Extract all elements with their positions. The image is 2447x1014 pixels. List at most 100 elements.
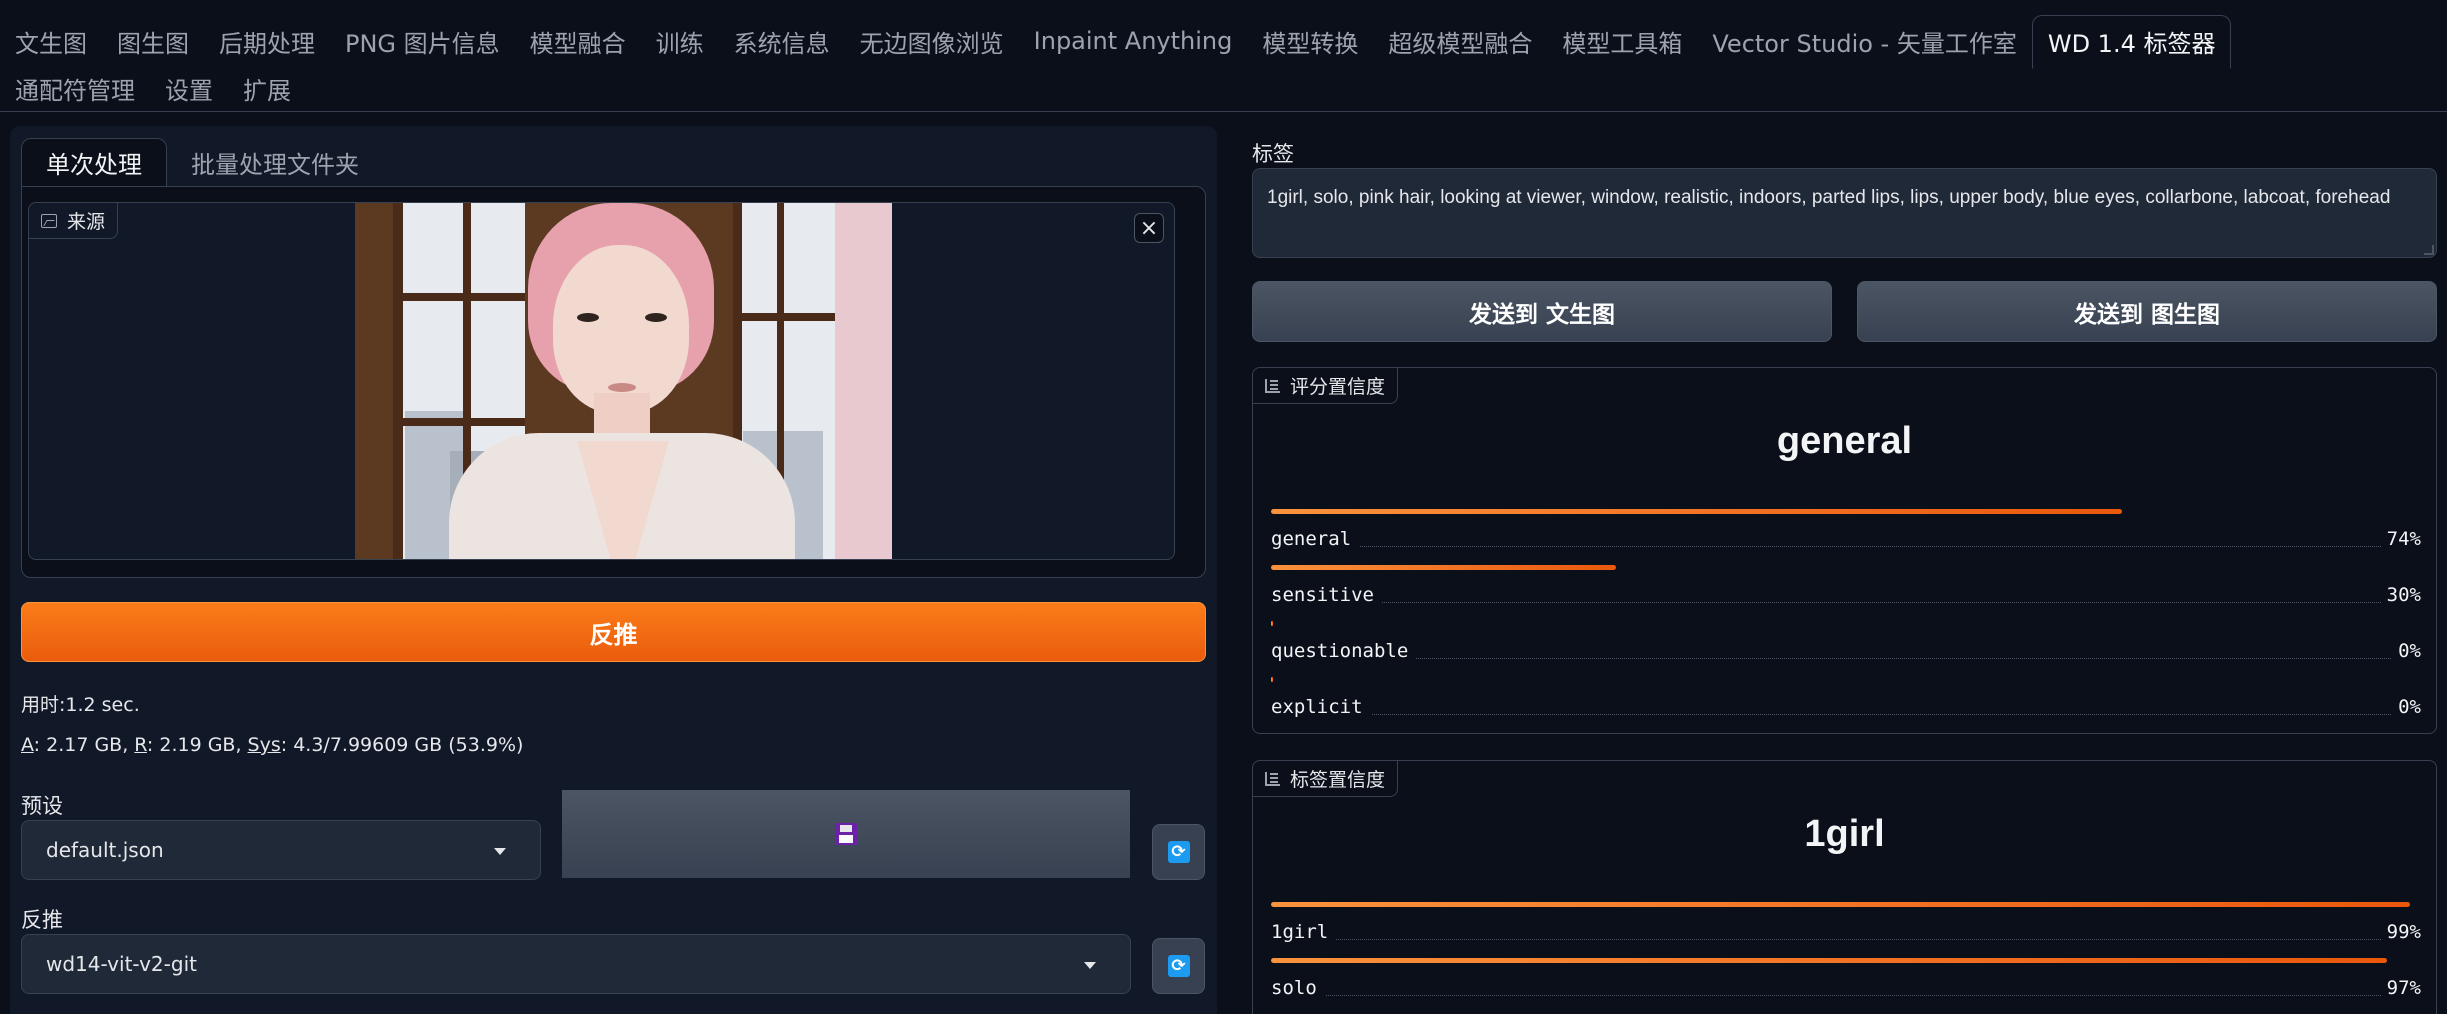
tab-row1-10[interactable]: 超级模型融合 <box>1373 14 1547 68</box>
rating-confidence-title: 评分置信度 <box>1290 376 1386 398</box>
confidence-label: 1girl <box>1271 918 1337 946</box>
save-preset-button[interactable] <box>562 790 1130 878</box>
tab-row1-4[interactable]: 模型融合 <box>515 14 641 68</box>
tags-output-textarea[interactable]: 1girl, solo, pink hair, looking at viewe… <box>1252 168 2437 258</box>
confidence-bar <box>1271 565 1616 570</box>
confidence-percent: 30% <box>2380 581 2421 609</box>
preset-value: default.json <box>46 838 164 862</box>
tab-row1-0[interactable]: 文生图 <box>0 14 102 68</box>
tab-row2-0[interactable]: 通配符管理 <box>0 64 150 112</box>
confidence-label: questionable <box>1271 637 1417 665</box>
send-to-txt2img-button[interactable]: 发送到 文生图 <box>1252 281 1832 342</box>
tab-row1-3[interactable]: PNG 图片信息 <box>330 14 515 68</box>
tab-row1-7[interactable]: 无边图像浏览 <box>845 14 1019 68</box>
dotted-leader <box>1271 714 2421 715</box>
confidence-percent: 97% <box>2380 974 2421 1002</box>
rating-confidence-box: 评分置信度 general general 74% sensitive 30% ques… <box>1252 367 2437 734</box>
refresh-icon: ⟳ <box>1167 955 1190 977</box>
source-image <box>355 203 892 559</box>
refresh-icon: ⟳ <box>1167 841 1190 863</box>
confidence-percent: 0% <box>2392 637 2421 665</box>
confidence-label: solo <box>1271 974 1325 1002</box>
tab-row-2: 通配符管理 设置 扩展 <box>0 64 306 112</box>
dotted-leader <box>1271 658 2421 659</box>
dotted-leader <box>1271 546 2421 547</box>
top-tag-label: 1girl <box>1804 813 1885 855</box>
preset-label: 预设 <box>21 794 63 818</box>
tag-confidence-tag: 标签置信度 <box>1253 761 1399 797</box>
tab-row1-8[interactable]: Inpaint Anything <box>1019 14 1248 68</box>
tab-row-1: 文生图 图生图 后期处理 PNG 图片信息 模型融合 训练 系统信息 无边图像浏览 Inpain… <box>0 14 2232 69</box>
confidence-row: explicit 0% <box>1271 677 2421 733</box>
bar-chart-icon <box>1265 378 1280 393</box>
tags-label: 标签 <box>1252 142 1294 166</box>
top-rating-label: general <box>1776 420 1913 462</box>
tab-row1-2[interactable]: 后期处理 <box>204 14 330 68</box>
mem-a-value: : 2.17 GB, <box>33 734 135 756</box>
tag-confidence-box: 标签置信度 1girl 1girl 99% solo 97% <box>1252 760 2437 1014</box>
preset-dropdown[interactable]: default.json <box>21 820 541 880</box>
tab-row2-1[interactable]: 设置 <box>150 64 228 112</box>
confidence-bar <box>1271 621 1273 626</box>
mem-a-label: A <box>21 734 34 756</box>
interrogator-dropdown[interactable]: wd14-vit-v2-git <box>21 934 1131 994</box>
confidence-bar <box>1271 902 2410 907</box>
confidence-percent: 74% <box>2380 525 2421 553</box>
interrogate-button[interactable]: 反推 <box>21 602 1206 662</box>
time-taken: 用时:1.2 sec. <box>21 690 140 717</box>
mem-sys-value: : 4.3/7.99609 GB (53.9%) <box>280 734 524 756</box>
confidence-percent: 0% <box>2392 693 2421 721</box>
confidence-bar <box>1271 509 2122 514</box>
tab-row1-9[interactable]: 模型转换 <box>1247 14 1373 68</box>
mem-r-label: R <box>134 734 147 756</box>
confidence-bar <box>1271 677 1273 682</box>
tab-row1-5[interactable]: 训练 <box>641 14 719 68</box>
refresh-preset-button[interactable]: ⟳ <box>1152 824 1205 880</box>
confidence-row: sensitive 30% <box>1271 565 2421 621</box>
confidence-row: general 74% <box>1271 509 2421 565</box>
confidence-row: 1girl 99% <box>1271 902 2421 958</box>
refresh-interrogator-button[interactable]: ⟳ <box>1152 938 1205 994</box>
confidence-label: explicit <box>1271 693 1371 721</box>
image-icon <box>41 213 57 228</box>
confidence-bar <box>1271 958 2387 963</box>
tags-text: 1girl, solo, pink hair, looking at viewe… <box>1267 187 2391 208</box>
floppy-disk-icon <box>835 823 857 845</box>
chevron-down-icon <box>1084 962 1096 969</box>
time-prefix: 用时: <box>21 694 66 716</box>
confidence-label: general <box>1271 525 1360 553</box>
tab-single-process[interactable]: 单次处理 <box>21 138 167 186</box>
interrogator-value: wd14-vit-v2-git <box>46 952 197 976</box>
confidence-row: solo 97% <box>1271 958 2421 1014</box>
confidence-percent: 99% <box>2380 918 2421 946</box>
time-value: 1.2 sec. <box>65 694 140 716</box>
dotted-leader <box>1271 995 2421 996</box>
dotted-leader <box>1271 939 2421 940</box>
mode-tabs: 单次处理 批量处理文件夹 <box>21 138 383 186</box>
tab-batch-folder[interactable]: 批量处理文件夹 <box>167 138 383 186</box>
tab-row1-13[interactable]: WD 1.4 标签器 <box>2031 14 2232 69</box>
resize-handle[interactable] <box>2424 245 2434 255</box>
chevron-down-icon <box>494 848 506 855</box>
main-tab-bar: 文生图 图生图 后期处理 PNG 图片信息 模型融合 训练 系统信息 无边图像浏览 Inpain… <box>0 0 2447 112</box>
tab-row1-1[interactable]: 图生图 <box>102 14 204 68</box>
source-label: 来源 <box>29 203 119 239</box>
tab-row1-6[interactable]: 系统信息 <box>719 14 845 68</box>
confidence-label: sensitive <box>1271 581 1382 609</box>
bar-chart-icon <box>1265 771 1280 786</box>
source-label-text: 来源 <box>67 211 106 233</box>
mem-sys-label: Sys <box>247 734 281 756</box>
memory-stats: A: 2.17 GB, R: 2.19 GB, Sys: 4.3/7.99609… <box>21 734 523 756</box>
confidence-row: questionable 0% <box>1271 621 2421 677</box>
tab-row1-11[interactable]: 模型工具箱 <box>1547 14 1697 68</box>
close-icon: × <box>1139 215 1159 241</box>
left-panel: 单次处理 批量处理文件夹 来源 × 反推 用时:1.2 sec. A: 2.17… <box>10 126 1217 1014</box>
tab-row1-12[interactable]: Vector Studio - 矢量工作室 <box>1697 14 2031 68</box>
source-image-upload[interactable]: 来源 × <box>28 202 1175 560</box>
tag-confidence-title: 标签置信度 <box>1290 769 1386 791</box>
rating-confidence-tag: 评分置信度 <box>1253 368 1399 404</box>
clear-image-button[interactable]: × <box>1134 213 1164 243</box>
tab-row2-2[interactable]: 扩展 <box>228 64 306 112</box>
dotted-leader <box>1271 602 2421 603</box>
send-to-img2img-button[interactable]: 发送到 图生图 <box>1857 281 2437 342</box>
